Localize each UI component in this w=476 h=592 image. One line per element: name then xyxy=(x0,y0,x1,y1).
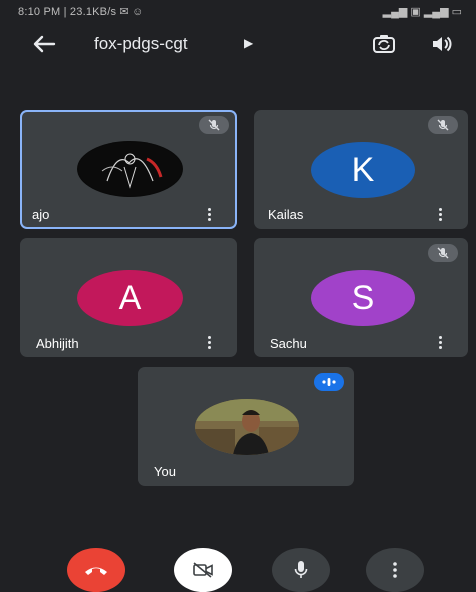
status-time-speed: 8:10 PM | 23.1KB/s ✉ ☺ xyxy=(18,6,144,18)
speaker-icon xyxy=(433,36,452,52)
participant-tile-sachu[interactable]: S Sachu xyxy=(254,238,468,357)
caret-right-icon[interactable]: ▶ xyxy=(244,36,253,50)
more-options-button[interactable] xyxy=(432,331,448,353)
end-call-button[interactable] xyxy=(67,548,125,592)
status-indicators: ▂▄▆ ▣ ▂▄▆ ▭ xyxy=(382,6,462,18)
more-vert-icon xyxy=(393,562,397,578)
camera-off-icon xyxy=(193,562,213,578)
more-options-button[interactable] xyxy=(432,203,448,225)
avatar-letter: K xyxy=(351,150,375,189)
participant-name: Abhijith xyxy=(36,336,79,351)
avatar-letter: A xyxy=(118,278,142,317)
mic-off-icon xyxy=(437,247,449,259)
participant-name: You xyxy=(154,464,176,479)
dot xyxy=(207,335,211,339)
participant-name: Kailas xyxy=(268,207,304,222)
profile-photo-icon xyxy=(78,142,182,196)
end-call-icon xyxy=(85,567,107,575)
dot xyxy=(207,212,211,216)
participant-tile-you[interactable]: You xyxy=(138,367,354,486)
back-button[interactable] xyxy=(30,32,58,56)
muted-badge xyxy=(428,116,458,134)
avatar: K xyxy=(311,142,415,198)
call-controls xyxy=(0,540,476,592)
audio-level-icon xyxy=(322,378,336,386)
status-bar: 8:10 PM | 23.1KB/s ✉ ☺ ▂▄▆ ▣ ▂▄▆ ▭ xyxy=(0,0,476,24)
dot xyxy=(438,335,442,339)
dot xyxy=(438,345,442,349)
more-options-button[interactable] xyxy=(201,331,217,353)
participant-name: ajo xyxy=(32,207,50,222)
speaking-indicator xyxy=(314,373,344,391)
dot xyxy=(207,207,211,211)
flip-camera-button[interactable] xyxy=(370,30,398,58)
top-bar: fox-pdgs-cgt ▶ xyxy=(0,26,476,62)
microphone-icon xyxy=(294,561,308,578)
arrow-left-icon xyxy=(33,35,56,53)
speaker-button[interactable] xyxy=(428,30,456,58)
avatar xyxy=(77,141,183,197)
dot xyxy=(438,207,442,211)
dot xyxy=(438,217,442,221)
participant-tile-ajo[interactable]: ajo xyxy=(20,110,237,229)
flip-camera-icon xyxy=(373,35,395,53)
muted-badge xyxy=(199,116,229,134)
mic-off-icon xyxy=(208,119,220,131)
avatar-letter: S xyxy=(351,278,375,317)
avatar: S xyxy=(311,270,415,326)
more-options-button[interactable] xyxy=(201,203,217,225)
muted-badge xyxy=(428,244,458,262)
more-options-button[interactable] xyxy=(366,548,424,592)
mic-off-icon xyxy=(437,119,449,131)
avatar: A xyxy=(77,270,183,326)
participant-name: Sachu xyxy=(270,336,307,351)
dot xyxy=(207,345,211,349)
avatar xyxy=(195,399,299,455)
camera-toggle-button[interactable] xyxy=(174,548,232,592)
microphone-button[interactable] xyxy=(272,548,330,592)
participant-tile-kailas[interactable]: K Kailas xyxy=(254,110,468,229)
dot xyxy=(438,340,442,344)
dot xyxy=(207,340,211,344)
participant-tile-abhijith[interactable]: A Abhijith xyxy=(20,238,237,357)
dot xyxy=(207,217,211,221)
profile-photo-icon xyxy=(195,399,299,455)
meeting-code[interactable]: fox-pdgs-cgt xyxy=(94,34,188,54)
dot xyxy=(438,212,442,216)
